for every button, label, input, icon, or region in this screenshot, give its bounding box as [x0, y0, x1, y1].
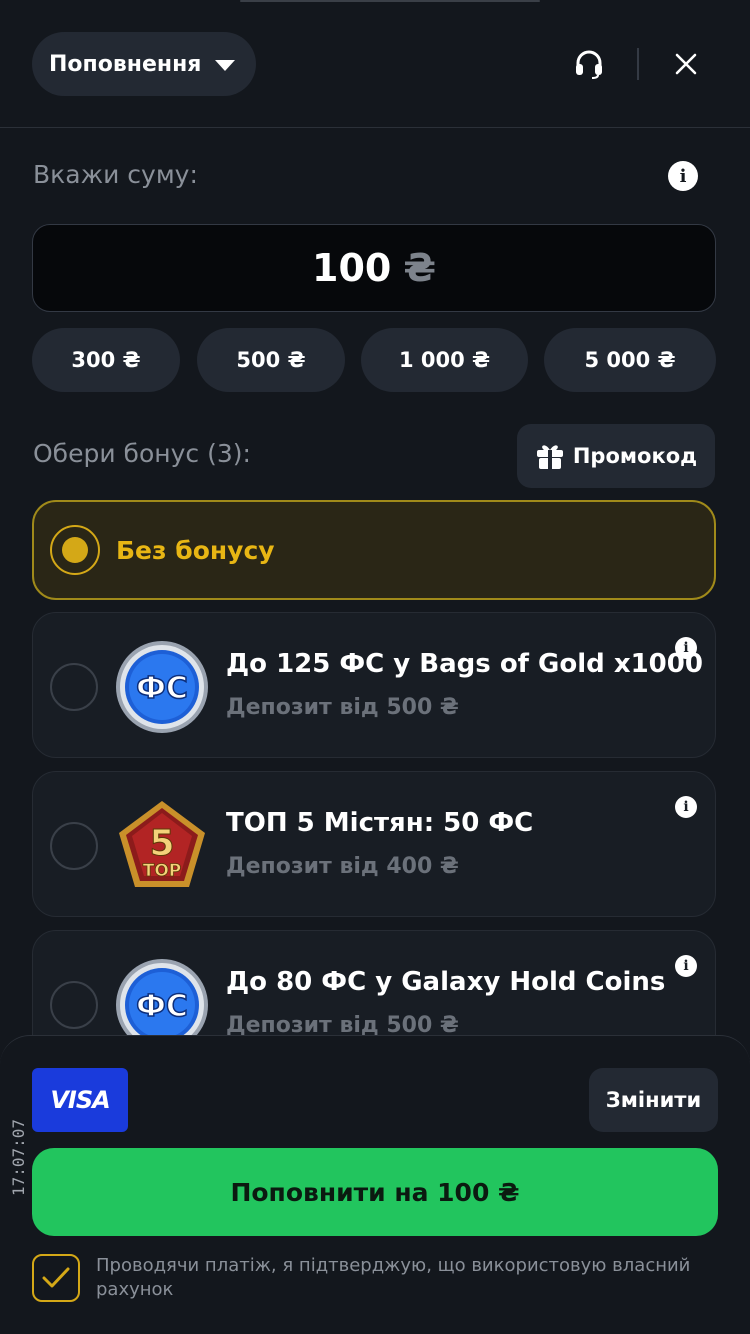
change-method-button[interactable]: Змінити: [589, 1068, 718, 1132]
no-bonus-label: Без бонусу: [116, 535, 275, 565]
svg-text:ФС: ФС: [136, 989, 188, 1024]
svg-text:5: 5: [149, 823, 174, 864]
promo-code-button[interactable]: Промокод: [517, 424, 715, 488]
consent-text: Проводячи платіж, я підтверджую, що вико…: [96, 1255, 691, 1300]
bonus-card[interactable]: ФС До 125 ФС у Bags of Gold x1000 Депози…: [32, 612, 716, 758]
visa-card-icon: VISA: [32, 1068, 128, 1132]
bonus-title: До 80 ФС у Galaxy Hold Coins: [226, 967, 666, 997]
info-icon[interactable]: i: [675, 796, 697, 818]
svg-text:TOP: TOP: [143, 861, 182, 881]
consent-checkbox[interactable]: [32, 1254, 80, 1302]
header: Поповнення: [0, 0, 750, 128]
headset-icon[interactable]: [568, 44, 610, 84]
amount-input[interactable]: 100 ₴: [32, 224, 716, 312]
deposit-submit-button[interactable]: Поповнити на 100 ₴: [32, 1148, 718, 1236]
time-stamp: 17:07:07: [9, 1118, 29, 1197]
radio-unselected[interactable]: [50, 663, 98, 711]
radio-selected[interactable]: [50, 525, 100, 575]
amount-value: 100: [312, 246, 392, 290]
info-icon[interactable]: i: [675, 637, 697, 659]
bonus-subtitle: Депозит від 400 ₴: [226, 854, 459, 879]
radio-unselected[interactable]: [50, 822, 98, 870]
bonus-title: ТОП 5 Містян: 50 ФС: [226, 808, 534, 838]
amount-currency: ₴: [403, 246, 436, 290]
top5-badge-icon: 5 TOP: [115, 799, 209, 893]
amount-label: Вкажи суму:: [33, 160, 198, 189]
info-icon[interactable]: i: [668, 161, 698, 191]
header-divider: [637, 48, 639, 80]
mode-dropdown[interactable]: Поповнення: [32, 32, 256, 96]
bonus-label: Обери бонус (3):: [33, 439, 251, 468]
preset-amount-button[interactable]: 5 000 ₴: [544, 328, 716, 392]
close-icon[interactable]: [668, 46, 704, 82]
bonus-title: До 125 ФС у Bags of Gold x1000: [226, 649, 703, 679]
bonus-card[interactable]: 5 TOP ТОП 5 Містян: 50 ФС Депозит від 40…: [32, 771, 716, 917]
svg-text:ФС: ФС: [136, 671, 188, 706]
radio-unselected[interactable]: [50, 981, 98, 1029]
preset-amount-button[interactable]: 500 ₴: [197, 328, 345, 392]
info-icon[interactable]: i: [675, 955, 697, 977]
no-bonus-option[interactable]: Без бонусу: [32, 500, 716, 600]
preset-amount-button[interactable]: 300 ₴: [32, 328, 180, 392]
promo-code-label: Промокод: [572, 444, 698, 468]
gift-icon: [536, 445, 563, 469]
preset-amount-button[interactable]: 1 000 ₴: [361, 328, 528, 392]
payment-footer: VISA Змінити Поповнити на 100 ₴ Проводяч…: [0, 1035, 750, 1334]
caret-down-icon: [215, 59, 236, 71]
free-spins-coin-icon: ФС: [115, 640, 209, 734]
mode-label: Поповнення: [49, 51, 202, 77]
bonus-subtitle: Депозит від 500 ₴: [226, 695, 459, 720]
checkmark-icon: [42, 1267, 70, 1288]
